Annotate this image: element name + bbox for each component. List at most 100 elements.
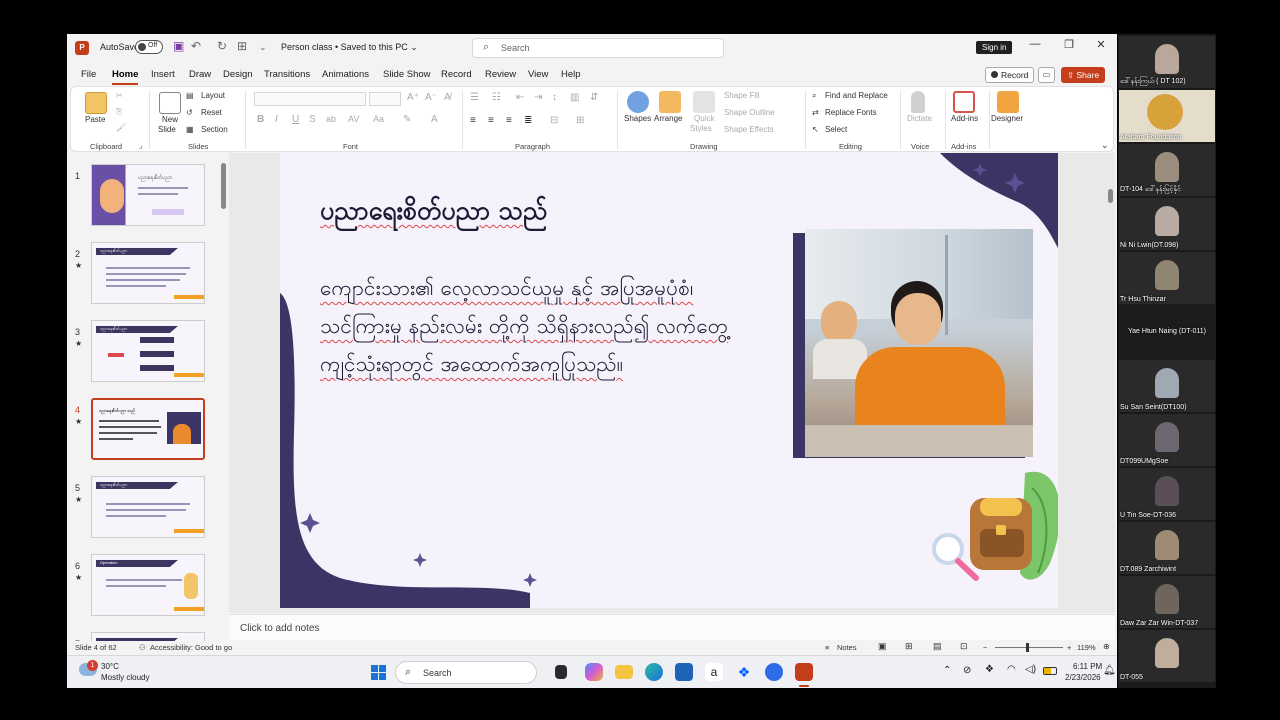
accessibility-icon[interactable]: ⚇	[139, 643, 146, 652]
sign-in-button[interactable]: Sign in	[976, 41, 1013, 54]
copy-icon[interactable]: ⎘	[116, 107, 122, 117]
fit-slide-icon[interactable]: ⊕	[1103, 642, 1110, 651]
bold-icon[interactable]: B	[257, 114, 264, 125]
clock-time[interactable]: 6:11 PM	[1073, 662, 1102, 671]
slide-thumbnail[interactable]: ပညာရေးစိတ်ပညာ	[91, 242, 205, 304]
text-direction-icon[interactable]: ⇵	[590, 92, 598, 103]
participant-tile[interactable]: DT.089 Zarchiwint	[1119, 522, 1215, 574]
reading-view-icon[interactable]: ▤	[933, 641, 942, 652]
record-button[interactable]: Record	[985, 67, 1035, 83]
shape-fill-button[interactable]: Shape Fill	[724, 91, 760, 100]
slideshow-view-icon[interactable]: ⊡	[960, 641, 968, 652]
participant-tile[interactable]: DT099UMgSoe	[1119, 414, 1215, 466]
shape-effects-button[interactable]: Shape Effects	[724, 125, 774, 134]
increase-indent-icon[interactable]: ⇥	[534, 92, 542, 103]
thumbnail-scrollbar[interactable]	[220, 153, 227, 641]
windows-start-icon[interactable]	[371, 665, 387, 681]
participant-tile[interactable]: Ni Ni Lwin(DT.098)	[1119, 198, 1215, 250]
clear-format-icon[interactable]: A̸	[444, 92, 451, 103]
underline-icon[interactable]: U	[292, 114, 299, 125]
tab-help[interactable]: Help	[561, 69, 581, 80]
tab-insert[interactable]: Insert	[151, 69, 175, 80]
slide[interactable]: ပညာရေးစိတ်ပညာ သည် ကျောင်းသား၏ လေ့လာသင်ယူ…	[280, 153, 1058, 608]
tab-design[interactable]: Design	[223, 69, 253, 80]
participant-tile[interactable]: DT-055	[1119, 630, 1215, 682]
font-size-box[interactable]	[369, 92, 401, 106]
slide-thumbnail-selected[interactable]: ပညာရေးစိတ်ပညာ သည်	[91, 398, 205, 460]
italic-icon[interactable]: I	[275, 114, 278, 125]
new-slide-icon[interactable]	[159, 92, 181, 114]
shape-outline-button[interactable]: Shape Outline	[724, 108, 775, 117]
slide-sorter-icon[interactable]: ⊞	[905, 641, 913, 652]
notifications-bell-icon[interactable]: 🔔︎	[1103, 665, 1116, 676]
wifi-icon[interactable]: ◠	[1007, 664, 1016, 675]
notes-button[interactable]: Notes	[837, 643, 857, 652]
line-spacing-icon[interactable]: ↕	[552, 92, 557, 103]
align-left-icon[interactable]: ≡	[470, 115, 476, 126]
thumbnail-row[interactable]: 5 ★ ပညာရေးစိတ်ပညာ	[67, 475, 227, 541]
thumbnail-row[interactable]: 7	[67, 631, 227, 641]
format-painter-icon[interactable]: 🖌	[116, 123, 126, 132]
present-icon[interactable]: ⊞	[237, 39, 247, 53]
tab-slide-show[interactable]: Slide Show	[383, 69, 431, 80]
volume-icon[interactable]: ◁)	[1025, 664, 1036, 675]
grow-font-icon[interactable]: A⁺	[407, 92, 419, 103]
slide-thumbnail[interactable]: ပညာရေးစိတ်ပညာ	[91, 320, 205, 382]
bullets-icon[interactable]: ☰	[470, 92, 479, 103]
normal-view-icon[interactable]: ▣	[878, 641, 887, 652]
zoom-slider[interactable]	[995, 647, 1063, 648]
restore-icon[interactable]: ❐	[1059, 38, 1079, 51]
replace-fonts-button[interactable]: Replace Fonts	[825, 108, 877, 117]
smartart-icon[interactable]: ⊞	[576, 115, 584, 126]
decrease-indent-icon[interactable]: ⇤	[516, 92, 524, 103]
minimize-icon[interactable]: —	[1025, 38, 1045, 50]
save-icon[interactable]: ▣	[173, 39, 184, 53]
layout-button[interactable]: Layout	[201, 91, 225, 100]
char-spacing-icon[interactable]: ab	[326, 114, 336, 124]
tab-file[interactable]: File	[81, 69, 96, 80]
notes-icon[interactable]: ≡	[825, 643, 829, 652]
align-text-icon[interactable]: ⊟	[550, 115, 558, 126]
clipboard-launcher-icon[interactable]: ⌟	[139, 142, 142, 150]
thumbnail-row[interactable]: 6 ★ Operation	[67, 553, 227, 619]
font-color-icon[interactable]: A	[431, 114, 438, 125]
shapes-icon[interactable]	[627, 91, 649, 113]
task-view-icon[interactable]	[555, 665, 567, 679]
notes-pane[interactable]: Click to add notes	[229, 614, 1115, 640]
autosave-toggle[interactable]: Off	[135, 40, 163, 54]
scroll-thumb[interactable]	[221, 163, 226, 209]
paste-icon[interactable]	[85, 92, 107, 114]
file-explorer-icon[interactable]	[615, 665, 633, 679]
align-right-icon[interactable]: ≡	[506, 115, 512, 126]
slide-thumbnail[interactable]: ပညာရေးစိတ်ပညာ	[91, 476, 205, 538]
strikethrough-icon[interactable]: S	[309, 114, 316, 125]
close-icon[interactable]: ✕	[1091, 38, 1111, 51]
change-case-icon-2[interactable]: Aa	[373, 114, 384, 124]
align-center-icon[interactable]: ≡	[488, 115, 494, 126]
justify-icon[interactable]: ≣	[524, 115, 532, 126]
find-replace-button[interactable]: Find and Replace	[825, 91, 888, 100]
zoom-slider-thumb[interactable]	[1026, 643, 1029, 652]
powerpoint-taskbar-icon[interactable]	[795, 663, 813, 681]
reset-button[interactable]: Reset	[201, 108, 222, 117]
search-box[interactable]: ⌕ Search	[472, 38, 724, 58]
participant-tile[interactable]: Araham Foundation	[1119, 90, 1215, 142]
tab-review[interactable]: Review	[485, 69, 516, 80]
thumbnail-row[interactable]: 4 ★ ပညာရေးစိတ်ပညာ သည်	[67, 397, 227, 463]
accessibility-status[interactable]: Accessibility: Good to go	[150, 643, 232, 652]
redo-icon[interactable]: ↻	[217, 39, 227, 53]
zoom-in-icon[interactable]: +	[1067, 643, 1071, 652]
undo-icon[interactable]: ↶	[191, 39, 201, 53]
tab-record[interactable]: Record	[441, 69, 472, 80]
slide-thumbnail[interactable]	[91, 632, 205, 641]
slide-thumbnail[interactable]: ပညာရေးစိတ်ပညာ	[91, 164, 205, 226]
amazon-icon[interactable]: a	[705, 663, 723, 681]
thumbnail-row[interactable]: 3 ★ ပညာရေးစိတ်ပညာ	[67, 319, 227, 385]
tab-home[interactable]: Home	[112, 69, 139, 85]
tab-animations[interactable]: Animations	[322, 69, 369, 80]
document-title[interactable]: Person class • Saved to this PC ⌄	[281, 42, 418, 53]
slide-thumbnail[interactable]: Operation	[91, 554, 205, 616]
cut-icon[interactable]: ✂	[116, 91, 123, 100]
participant-tile[interactable]: U Tin Soe-DT-036	[1119, 468, 1215, 520]
battery-icon[interactable]	[1043, 667, 1057, 675]
